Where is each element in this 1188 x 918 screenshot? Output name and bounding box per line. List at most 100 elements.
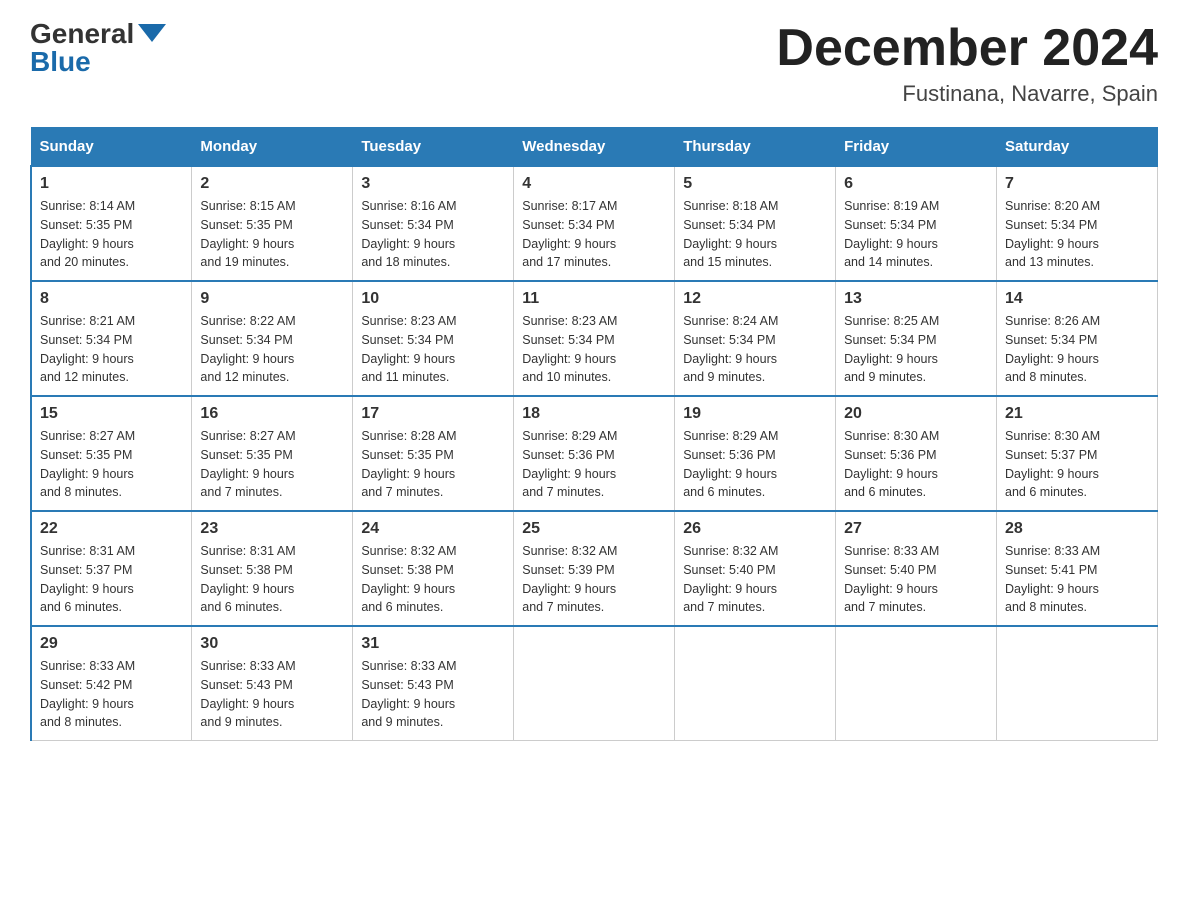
page-header: General Blue December 2024 Fustinana, Na…: [30, 20, 1158, 107]
title-block: December 2024 Fustinana, Navarre, Spain: [776, 20, 1158, 107]
day-cell: 24 Sunrise: 8:32 AMSunset: 5:38 PMDayligh…: [353, 511, 514, 626]
day-cell: 16Sunrise: 8:27 AMSunset: 5:35 PMDayligh…: [192, 396, 353, 511]
day-cell: 31 Sunrise: 8:33 AMSunset: 5:43 PMDayligh…: [353, 626, 514, 741]
day-cell: 25Sunrise: 8:32 AMSunset: 5:39 PMDayligh…: [514, 511, 675, 626]
day-cell: [514, 626, 675, 741]
day-number: 16: [200, 405, 344, 423]
day-number: 3: [361, 175, 505, 193]
day-cell: 27 Sunrise: 8:33 AMSunset: 5:40 PMDayligh…: [836, 511, 997, 626]
day-number: 5: [683, 175, 827, 193]
day-info: Sunrise: 8:32 AMSunset: 5:38 PMDaylight:…: [361, 542, 505, 617]
day-info: Sunrise: 8:33 AMSunset: 5:42 PMDaylight:…: [40, 657, 183, 732]
day-cell: 28Sunrise: 8:33 AMSunset: 5:41 PMDayligh…: [997, 511, 1158, 626]
day-info: Sunrise: 8:14 AMSunset: 5:35 PMDaylight:…: [40, 197, 183, 272]
day-info: Sunrise: 8:29 AMSunset: 5:36 PMDaylight:…: [522, 427, 666, 502]
day-number: 18: [522, 405, 666, 423]
day-number: 31: [361, 635, 505, 653]
day-cell: 14Sunrise: 8:26 AMSunset: 5:34 PMDayligh…: [997, 281, 1158, 396]
day-number: 10: [361, 290, 505, 308]
week-row-5: 29 Sunrise: 8:33 AMSunset: 5:42 PMDayligh…: [31, 626, 1158, 741]
day-cell: 12 Sunrise: 8:24 AMSunset: 5:34 PMDayligh…: [675, 281, 836, 396]
day-cell: [836, 626, 997, 741]
day-info: Sunrise: 8:29 AMSunset: 5:36 PMDaylight:…: [683, 427, 827, 502]
day-info: Sunrise: 8:19 AMSunset: 5:34 PMDaylight:…: [844, 197, 988, 272]
day-info: Sunrise: 8:27 AMSunset: 5:35 PMDaylight:…: [40, 427, 183, 502]
day-number: 17: [361, 405, 505, 423]
day-cell: 30 Sunrise: 8:33 AMSunset: 5:43 PMDayligh…: [192, 626, 353, 741]
day-cell: 9Sunrise: 8:22 AMSunset: 5:34 PMDaylight…: [192, 281, 353, 396]
calendar-table: SundayMondayTuesdayWednesdayThursdayFrid…: [30, 127, 1158, 741]
day-cell: 17 Sunrise: 8:28 AMSunset: 5:35 PMDayligh…: [353, 396, 514, 511]
day-cell: 13 Sunrise: 8:25 AMSunset: 5:34 PMDayligh…: [836, 281, 997, 396]
week-row-4: 22 Sunrise: 8:31 AMSunset: 5:37 PMDayligh…: [31, 511, 1158, 626]
day-info: Sunrise: 8:16 AMSunset: 5:34 PMDaylight:…: [361, 197, 505, 272]
day-info: Sunrise: 8:28 AMSunset: 5:35 PMDaylight:…: [361, 427, 505, 502]
header-wednesday: Wednesday: [514, 128, 675, 167]
day-cell: 4 Sunrise: 8:17 AMSunset: 5:34 PMDaylight…: [514, 166, 675, 281]
header-sunday: Sunday: [31, 128, 192, 167]
day-info: Sunrise: 8:31 AMSunset: 5:37 PMDaylight:…: [40, 542, 183, 617]
day-cell: 3 Sunrise: 8:16 AMSunset: 5:34 PMDaylight…: [353, 166, 514, 281]
day-info: Sunrise: 8:20 AMSunset: 5:34 PMDaylight:…: [1005, 197, 1149, 272]
day-number: 14: [1005, 290, 1149, 308]
day-number: 6: [844, 175, 988, 193]
day-cell: 15 Sunrise: 8:27 AMSunset: 5:35 PMDayligh…: [31, 396, 192, 511]
day-info: Sunrise: 8:23 AMSunset: 5:34 PMDaylight:…: [522, 312, 666, 387]
day-number: 2: [200, 175, 344, 193]
day-cell: 18 Sunrise: 8:29 AMSunset: 5:36 PMDayligh…: [514, 396, 675, 511]
day-cell: 7 Sunrise: 8:20 AMSunset: 5:34 PMDaylight…: [997, 166, 1158, 281]
day-number: 29: [40, 635, 183, 653]
day-number: 13: [844, 290, 988, 308]
day-cell: 23Sunrise: 8:31 AMSunset: 5:38 PMDayligh…: [192, 511, 353, 626]
month-title: December 2024: [776, 20, 1158, 77]
day-info: Sunrise: 8:32 AMSunset: 5:39 PMDaylight:…: [522, 542, 666, 617]
week-row-2: 8 Sunrise: 8:21 AMSunset: 5:34 PMDaylight…: [31, 281, 1158, 396]
day-number: 15: [40, 405, 183, 423]
day-cell: 19Sunrise: 8:29 AMSunset: 5:36 PMDayligh…: [675, 396, 836, 511]
day-cell: 2 Sunrise: 8:15 AMSunset: 5:35 PMDaylight…: [192, 166, 353, 281]
day-info: Sunrise: 8:33 AMSunset: 5:43 PMDaylight:…: [361, 657, 505, 732]
day-number: 11: [522, 290, 666, 308]
day-cell: 6 Sunrise: 8:19 AMSunset: 5:34 PMDaylight…: [836, 166, 997, 281]
day-cell: 29 Sunrise: 8:33 AMSunset: 5:42 PMDayligh…: [31, 626, 192, 741]
day-number: 20: [844, 405, 988, 423]
day-number: 8: [40, 290, 183, 308]
day-number: 22: [40, 520, 183, 538]
day-info: Sunrise: 8:24 AMSunset: 5:34 PMDaylight:…: [683, 312, 827, 387]
logo-blue-text: Blue: [30, 48, 91, 76]
day-info: Sunrise: 8:30 AMSunset: 5:36 PMDaylight:…: [844, 427, 988, 502]
day-number: 28: [1005, 520, 1149, 538]
day-info: Sunrise: 8:17 AMSunset: 5:34 PMDaylight:…: [522, 197, 666, 272]
day-number: 9: [200, 290, 344, 308]
day-number: 26: [683, 520, 827, 538]
day-cell: 22 Sunrise: 8:31 AMSunset: 5:37 PMDayligh…: [31, 511, 192, 626]
day-info: Sunrise: 8:30 AMSunset: 5:37 PMDaylight:…: [1005, 427, 1149, 502]
logo-general-text: General: [30, 20, 134, 48]
day-cell: 1Sunrise: 8:14 AMSunset: 5:35 PMDaylight…: [31, 166, 192, 281]
week-row-1: 1Sunrise: 8:14 AMSunset: 5:35 PMDaylight…: [31, 166, 1158, 281]
day-number: 7: [1005, 175, 1149, 193]
day-number: 4: [522, 175, 666, 193]
logo-triangle-icon: [138, 24, 166, 42]
day-info: Sunrise: 8:33 AMSunset: 5:40 PMDaylight:…: [844, 542, 988, 617]
day-number: 30: [200, 635, 344, 653]
day-number: 12: [683, 290, 827, 308]
day-info: Sunrise: 8:33 AMSunset: 5:43 PMDaylight:…: [200, 657, 344, 732]
day-cell: [675, 626, 836, 741]
day-cell: 21 Sunrise: 8:30 AMSunset: 5:37 PMDayligh…: [997, 396, 1158, 511]
day-cell: 5Sunrise: 8:18 AMSunset: 5:34 PMDaylight…: [675, 166, 836, 281]
day-info: Sunrise: 8:32 AMSunset: 5:40 PMDaylight:…: [683, 542, 827, 617]
day-info: Sunrise: 8:25 AMSunset: 5:34 PMDaylight:…: [844, 312, 988, 387]
day-info: Sunrise: 8:15 AMSunset: 5:35 PMDaylight:…: [200, 197, 344, 272]
day-cell: [997, 626, 1158, 741]
day-cell: 10 Sunrise: 8:23 AMSunset: 5:34 PMDayligh…: [353, 281, 514, 396]
day-info: Sunrise: 8:23 AMSunset: 5:34 PMDaylight:…: [361, 312, 505, 387]
day-number: 21: [1005, 405, 1149, 423]
header-tuesday: Tuesday: [353, 128, 514, 167]
day-number: 27: [844, 520, 988, 538]
day-number: 24: [361, 520, 505, 538]
day-cell: 26 Sunrise: 8:32 AMSunset: 5:40 PMDayligh…: [675, 511, 836, 626]
day-cell: 11 Sunrise: 8:23 AMSunset: 5:34 PMDayligh…: [514, 281, 675, 396]
day-info: Sunrise: 8:21 AMSunset: 5:34 PMDaylight:…: [40, 312, 183, 387]
header-monday: Monday: [192, 128, 353, 167]
